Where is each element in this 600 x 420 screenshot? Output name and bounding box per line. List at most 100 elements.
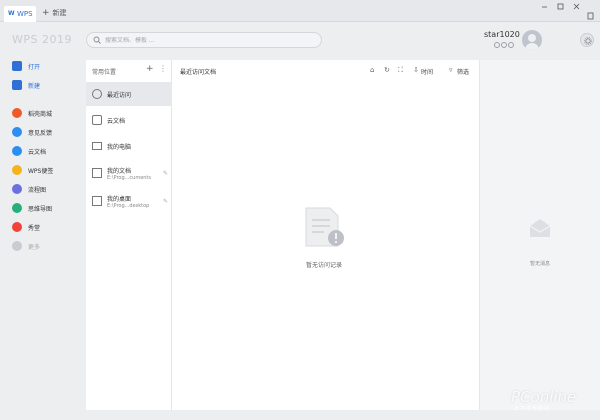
search-input[interactable]	[105, 36, 305, 44]
place-path: E:\Prog...cuments	[107, 174, 152, 181]
nav-wps-notes[interactable]: WPS便签	[12, 164, 53, 176]
close-icon	[573, 3, 580, 10]
nav-item-label: 秀堂	[28, 224, 41, 232]
place-label: 云文档	[107, 117, 126, 125]
cloud-upload-icon: ⌂	[370, 66, 375, 74]
place-recent[interactable]: 最近访问	[86, 82, 172, 106]
new-tab-label: 新建	[52, 9, 67, 17]
watermark-text: PConline	[511, 388, 577, 406]
add-place-button[interactable]: +	[146, 64, 154, 74]
refresh-icon: ↻	[384, 66, 390, 74]
folder-open-icon	[12, 61, 22, 71]
nav-docer-store[interactable]: 稻壳商城	[12, 107, 52, 119]
close-button[interactable]	[572, 2, 581, 11]
empty-state-text: 暂无访问记录	[305, 262, 342, 269]
nav-open[interactable]: 打开	[12, 60, 40, 72]
sort-button[interactable]: ⇩	[413, 66, 419, 74]
nav-item-label: 稻壳商城	[28, 110, 53, 118]
new-tab-button[interactable]: + 新建	[42, 8, 67, 18]
place-my-documents[interactable]: 我的文档 E:\Prog...cuments ✎	[86, 160, 172, 186]
recent-docs-panel: 最近访问文档 ⌂ ↻ ⛶ ⇩ 时间 ▿ 筛选 暂无访问记录	[172, 60, 479, 410]
place-my-desktop[interactable]: 我的桌面 E:\Prog...desktop ✎	[86, 188, 172, 214]
place-label: 我的电脑	[107, 143, 132, 151]
filter-icon: ▿	[449, 66, 453, 74]
title-bar: W WPS + 新建	[0, 0, 600, 22]
pin-icon[interactable]: ✎	[163, 198, 168, 205]
places-more-button[interactable]: ⋮	[159, 64, 167, 73]
nav-feedback[interactable]: 意见反馈	[12, 126, 52, 138]
select-button[interactable]: ⛶	[398, 66, 403, 75]
nav-item-label: WPS便签	[28, 167, 54, 175]
place-label: 我的桌面	[107, 195, 132, 203]
notes-icon	[12, 165, 22, 175]
place-label: 我的文档	[107, 167, 132, 175]
monitor-icon	[92, 142, 102, 150]
nav-open-label: 打开	[28, 63, 41, 71]
nav-mindmap[interactable]: 思维导图	[12, 202, 52, 214]
cloud-upload-button[interactable]: ⌂	[370, 66, 374, 74]
maximize-button[interactable]	[556, 2, 565, 11]
vip-badge-icon	[494, 42, 500, 48]
place-path: E:\Prog...desktop	[107, 202, 150, 209]
nav-item-label: 意见反馈	[28, 129, 53, 137]
folder-icon	[92, 168, 102, 178]
pin-icon[interactable]: ✎	[163, 170, 168, 177]
plus-icon: +	[42, 7, 50, 18]
new-document-icon	[12, 80, 22, 90]
places-header: 常用位置	[92, 69, 117, 76]
search-icon	[93, 36, 101, 44]
select-icon: ⛶	[398, 66, 403, 74]
recent-docs-title: 最近访问文档	[180, 69, 217, 76]
more-icon	[12, 241, 22, 251]
avatar[interactable]	[522, 30, 542, 50]
tab-wps-home[interactable]: W WPS	[4, 6, 36, 22]
envelope-icon	[529, 219, 551, 237]
clock-icon	[92, 89, 102, 99]
tab-wps-label: WPS	[17, 10, 33, 18]
maximize-icon	[557, 3, 564, 10]
filter-button[interactable]: ▿	[449, 66, 453, 74]
flowchart-icon	[12, 184, 22, 194]
nav-xiutang[interactable]: 秀堂	[12, 221, 40, 233]
cube-icon	[92, 115, 102, 125]
nav-more[interactable]: 更多	[12, 240, 40, 252]
place-text-group: 我的桌面 E:\Prog...desktop	[107, 194, 149, 209]
wps-logo-icon: W	[8, 10, 15, 17]
cloud-icon	[12, 146, 22, 156]
place-my-computer[interactable]: 我的电脑	[86, 134, 172, 158]
nav-flowchart[interactable]: 流程图	[12, 183, 46, 195]
plus-icon: +	[146, 64, 154, 74]
no-message-text: 暂无消息	[529, 261, 550, 267]
gear-icon	[584, 37, 592, 45]
nav-item-label: 思维导图	[28, 205, 53, 213]
member-badge-icon	[508, 42, 514, 48]
empty-document-icon	[305, 207, 344, 247]
nav-item-label: 更多	[28, 243, 41, 251]
skin-button[interactable]	[586, 12, 595, 21]
places-panel: 常用位置 + ⋮ 最近访问 云文档 我的电脑 我的文档 E:\Prog...cu…	[86, 60, 172, 410]
nav-new-label: 新建	[28, 82, 41, 90]
search-bar[interactable]	[86, 32, 322, 48]
user-badges	[494, 42, 514, 48]
place-cloud-docs[interactable]: 云文档	[86, 108, 172, 132]
level-badge-icon	[501, 42, 507, 48]
refresh-button[interactable]: ↻	[384, 66, 390, 74]
watermark: PConline 太平洋电脑网	[511, 388, 593, 412]
place-text-group: 我的文档 E:\Prog...cuments	[107, 166, 151, 181]
sort-label[interactable]: 时间	[421, 67, 433, 76]
mindmap-icon	[12, 203, 22, 213]
user-name[interactable]: star1020	[484, 30, 520, 39]
minimize-button[interactable]	[540, 2, 549, 11]
message-panel: 暂无消息	[479, 60, 600, 410]
place-label: 最近访问	[107, 91, 132, 99]
nav-item-label: 流程图	[28, 186, 47, 194]
nav-new[interactable]: 新建	[12, 79, 40, 91]
nav-cloud-docs[interactable]: 云文档	[12, 145, 46, 157]
filter-label[interactable]: 筛选	[457, 67, 469, 76]
desktop-icon	[92, 196, 102, 206]
brand-title: WPS 2019	[12, 33, 72, 46]
feedback-icon	[12, 127, 22, 137]
nav-item-label: 云文档	[28, 148, 47, 156]
settings-button[interactable]	[580, 33, 594, 47]
sort-icon: ⇩	[413, 66, 419, 74]
